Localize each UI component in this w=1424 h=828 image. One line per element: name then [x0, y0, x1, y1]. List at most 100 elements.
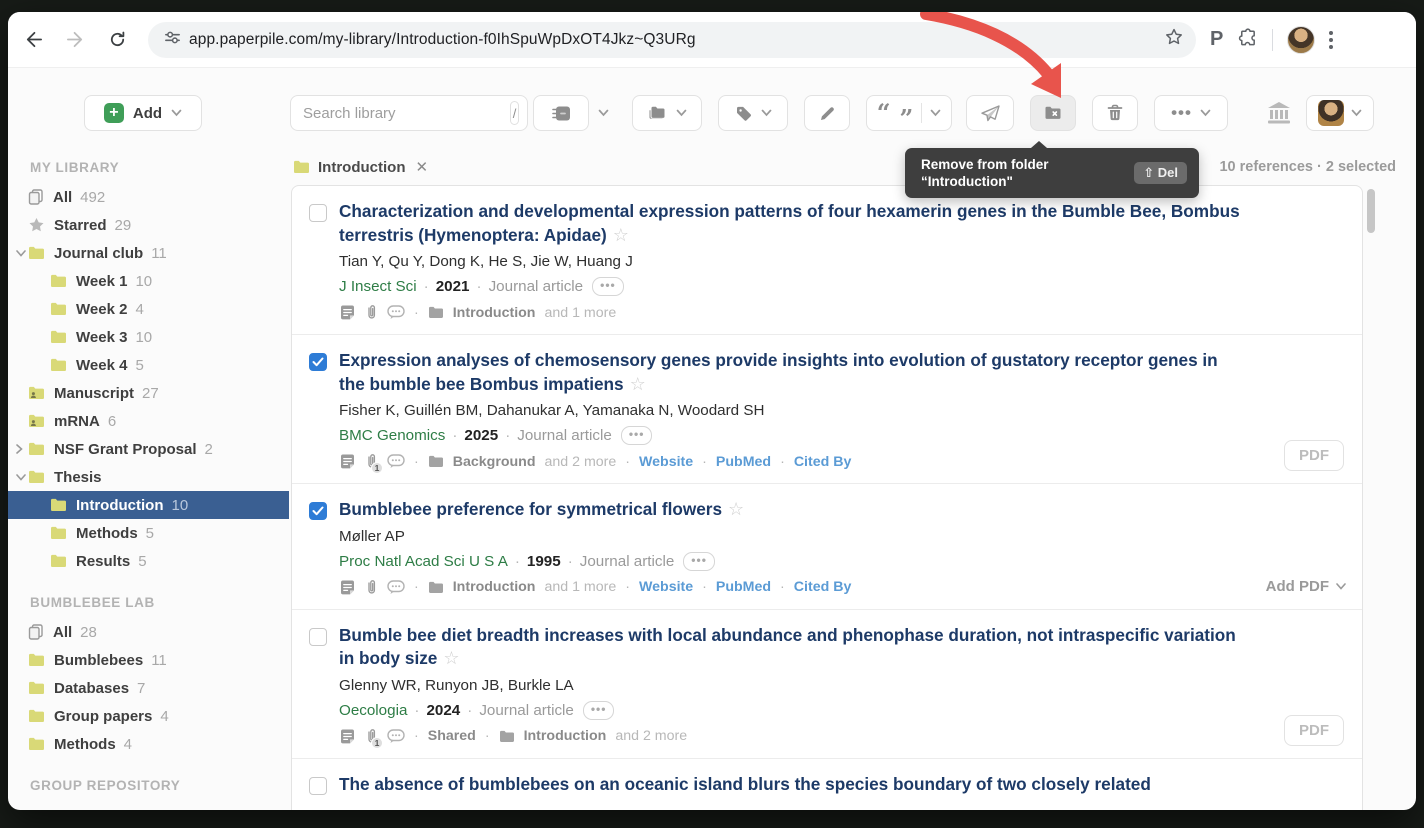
forward-button[interactable]	[58, 23, 92, 57]
comment-icon[interactable]	[387, 305, 405, 320]
reference-row[interactable]: Characterization and developmental expre…	[292, 186, 1362, 335]
bookmark-star-icon[interactable]	[1164, 27, 1184, 52]
more-details-button[interactable]: •••	[683, 552, 715, 571]
sidebar-item-bumblebees[interactable]: Bumblebees11	[8, 646, 289, 674]
reference-folder[interactable]: Introduction	[453, 579, 536, 595]
assign-folder-button[interactable]	[632, 95, 702, 131]
link-pubmed[interactable]: PubMed	[716, 579, 771, 595]
reference-row[interactable]: Bumble bee diet breadth increases with l…	[292, 610, 1362, 759]
account-menu-button[interactable]	[1306, 95, 1374, 131]
folder-more-label[interactable]: and 2 more	[545, 454, 617, 470]
notes-icon[interactable]	[339, 728, 356, 745]
comment-icon[interactable]	[387, 729, 405, 744]
sidebar-item-group-papers[interactable]: Group papers4	[8, 702, 289, 730]
journal-name[interactable]: Oecologia	[339, 702, 407, 719]
folder-more-label[interactable]: and 1 more	[544, 579, 616, 595]
reference-title[interactable]: Bumblebee preference for symmetrical flo…	[339, 498, 1242, 522]
more-details-button[interactable]: •••	[583, 701, 615, 720]
share-button[interactable]	[966, 95, 1014, 131]
notes-icon[interactable]	[339, 579, 356, 596]
reference-title[interactable]: Bumble bee diet breadth increases with l…	[339, 624, 1242, 671]
cite-button[interactable]: “”	[866, 95, 952, 131]
reference-row[interactable]: Expression analyses of chemosensory gene…	[292, 335, 1362, 484]
favorite-star-icon[interactable]: ☆	[443, 648, 459, 668]
link-pubmed[interactable]: PubMed	[716, 454, 771, 470]
trash-button[interactable]	[1092, 95, 1138, 131]
journal-name[interactable]: J Insect Sci	[339, 278, 417, 295]
favorite-star-icon[interactable]: ☆	[728, 499, 744, 519]
reference-checkbox[interactable]	[309, 353, 327, 371]
sidebar-item-all[interactable]: All28	[8, 618, 289, 646]
notes-icon[interactable]	[339, 304, 356, 321]
reference-folder[interactable]: Introduction	[453, 305, 536, 321]
reference-title[interactable]: The absence of bumblebees on an oceanic …	[339, 773, 1242, 797]
url-text[interactable]: app.paperpile.com/my-library/Introductio…	[189, 31, 1164, 49]
url-bar[interactable]: app.paperpile.com/my-library/Introductio…	[148, 22, 1196, 58]
chevron-down-icon[interactable]	[16, 474, 28, 481]
institution-button[interactable]	[1262, 95, 1296, 131]
journal-name[interactable]: Proc Natl Acad Sci U S A	[339, 553, 508, 570]
reference-checkbox[interactable]	[309, 777, 327, 795]
reference-checkbox[interactable]	[309, 204, 327, 222]
reference-title[interactable]: Characterization and developmental expre…	[339, 200, 1242, 247]
folder-filter-chip[interactable]: Introduction ✕	[293, 158, 428, 176]
sidebar-item-journal-club[interactable]: Journal club11	[8, 239, 289, 267]
add-pdf-button[interactable]: Add PDF	[1266, 578, 1346, 595]
sidebar-item-thesis[interactable]: Thesis	[8, 463, 289, 491]
remove-from-folder-button[interactable]	[1030, 95, 1076, 131]
chevron-right-icon[interactable]	[16, 444, 28, 454]
more-details-button[interactable]: •••	[621, 426, 653, 445]
reference-row[interactable]: Bumblebee preference for symmetrical flo…	[292, 484, 1362, 610]
folder-more-label[interactable]: and 1 more	[544, 305, 616, 321]
favorite-star-icon[interactable]: ☆	[630, 374, 646, 394]
sidebar-item-methods[interactable]: Methods5	[8, 519, 289, 547]
view-settings-button[interactable]	[533, 95, 589, 131]
reference-folder[interactable]: Introduction	[524, 728, 607, 744]
view-settings-chevron[interactable]	[589, 109, 617, 117]
sidebar-item-week-3[interactable]: Week 310	[8, 323, 289, 351]
more-actions-button[interactable]: •••	[1154, 95, 1228, 131]
close-icon[interactable]: ✕	[415, 158, 428, 176]
sidebar-item-results[interactable]: Results5	[8, 547, 289, 575]
comment-icon[interactable]	[387, 454, 405, 469]
reference-row[interactable]: The absence of bumblebees on an oceanic …	[292, 759, 1362, 810]
sidebar-item-all[interactable]: All492	[8, 183, 289, 211]
sidebar-item-introduction[interactable]: Introduction10	[8, 491, 289, 519]
link-cited-by[interactable]: Cited By	[794, 579, 852, 595]
link-cited-by[interactable]: Cited By	[794, 454, 852, 470]
sidebar-item-mrna[interactable]: mRNA6	[8, 407, 289, 435]
sidebar-item-databases[interactable]: Databases7	[8, 674, 289, 702]
sidebar-item-starred[interactable]: Starred29	[8, 211, 289, 239]
sidebar-item-nsf-grant-proposal[interactable]: NSF Grant Proposal2	[8, 435, 289, 463]
pdf-button[interactable]: PDF	[1284, 440, 1344, 471]
more-details-button[interactable]: •••	[592, 277, 624, 296]
search-field[interactable]	[303, 105, 502, 122]
site-info-icon[interactable]	[164, 29, 181, 51]
paperpile-extension-icon[interactable]: P	[1210, 28, 1223, 51]
journal-name[interactable]: BMC Genomics	[339, 427, 445, 444]
favorite-star-icon[interactable]: ☆	[613, 225, 629, 245]
link-website[interactable]: Website	[639, 579, 693, 595]
add-button[interactable]: + Add	[84, 95, 202, 131]
reference-checkbox[interactable]	[309, 628, 327, 646]
attachment-icon[interactable]	[365, 304, 378, 321]
attachment-icon[interactable]: 1	[365, 728, 378, 745]
assign-label-button[interactable]	[718, 95, 788, 131]
search-input[interactable]: /	[290, 95, 528, 131]
sidebar-item-methods[interactable]: Methods4	[8, 730, 289, 758]
pdf-button[interactable]: PDF	[1284, 715, 1344, 746]
chrome-menu-icon[interactable]	[1329, 31, 1333, 49]
attachment-icon[interactable]	[365, 579, 378, 596]
sidebar-item-week-1[interactable]: Week 110	[8, 267, 289, 295]
back-button[interactable]	[16, 23, 50, 57]
scrollbar-thumb[interactable]	[1367, 189, 1375, 233]
edit-button[interactable]	[804, 95, 850, 131]
scrollbar[interactable]	[1367, 187, 1375, 810]
reference-title[interactable]: Expression analyses of chemosensory gene…	[339, 349, 1242, 396]
attachment-icon[interactable]: 1	[365, 453, 378, 470]
reference-folder[interactable]: Background	[453, 454, 536, 470]
reference-checkbox[interactable]	[309, 502, 327, 520]
sidebar-item-manuscript[interactable]: Manuscript27	[8, 379, 289, 407]
reload-button[interactable]	[100, 23, 134, 57]
comment-icon[interactable]	[387, 580, 405, 595]
